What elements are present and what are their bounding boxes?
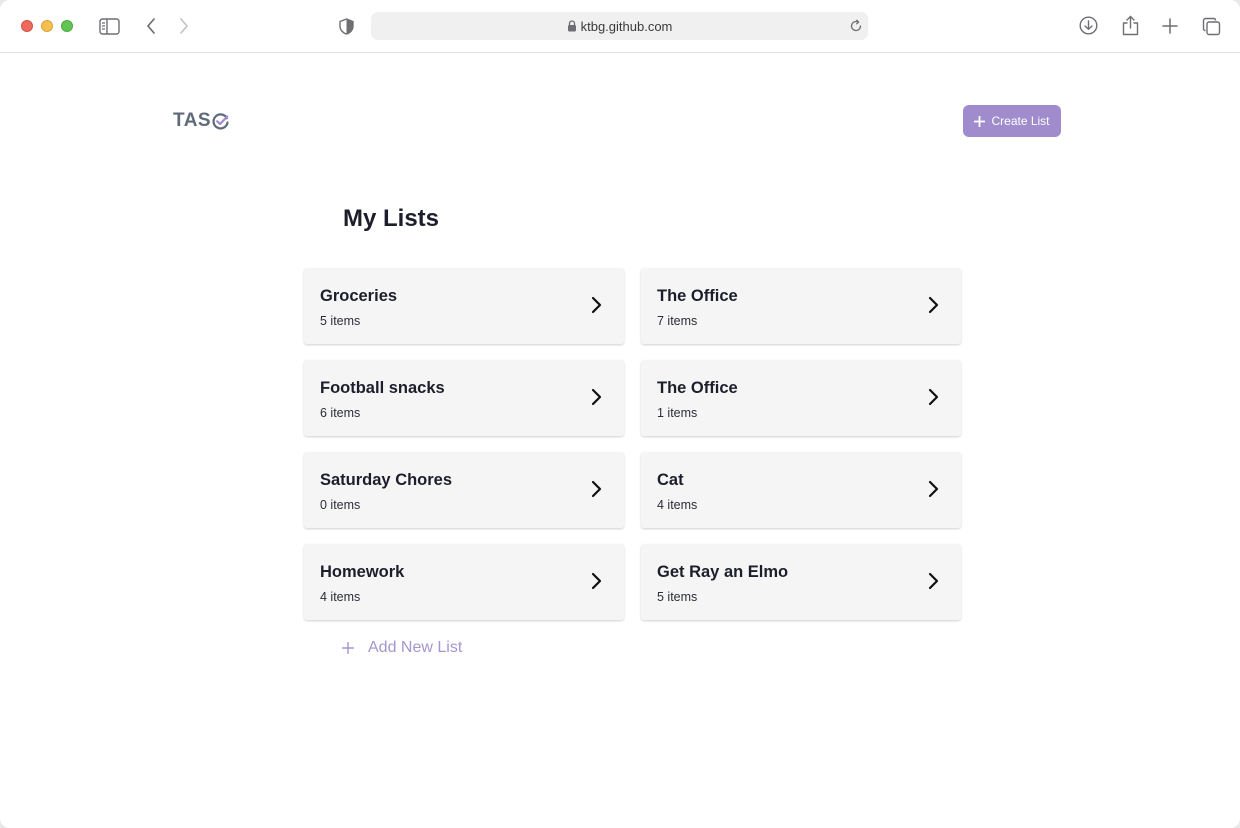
list-card[interactable]: Homework 4 items bbox=[304, 544, 624, 620]
lock-icon bbox=[567, 20, 577, 32]
share-icon[interactable] bbox=[1120, 14, 1140, 36]
check-circle-icon bbox=[212, 112, 229, 130]
reload-icon[interactable] bbox=[848, 18, 864, 34]
list-name: Homework bbox=[320, 563, 405, 581]
add-new-list-button[interactable]: Add New List bbox=[342, 639, 462, 657]
list-card[interactable]: Groceries 5 items bbox=[304, 268, 624, 344]
logo-text: TAS bbox=[173, 110, 212, 131]
plus-icon bbox=[974, 115, 986, 127]
list-item-count: 4 items bbox=[657, 498, 698, 512]
chevron-right-icon bbox=[928, 388, 939, 406]
address-bar[interactable]: ktbg.github.com bbox=[371, 12, 868, 40]
list-card[interactable]: Cat 4 items bbox=[641, 452, 961, 528]
create-list-button[interactable]: Create List bbox=[963, 105, 1061, 137]
tabs-overview-icon[interactable] bbox=[1201, 16, 1221, 36]
list-item-count: 6 items bbox=[320, 406, 361, 420]
chevron-left-icon[interactable] bbox=[143, 17, 159, 35]
list-card[interactable]: Get Ray an Elmo 5 items bbox=[641, 544, 961, 620]
list-card[interactable]: Football snacks 6 items bbox=[304, 360, 624, 436]
list-name: The Office bbox=[657, 379, 738, 397]
list-item-count: 1 items bbox=[657, 406, 698, 420]
list-card[interactable]: The Office 7 items bbox=[641, 268, 961, 344]
list-card[interactable]: The Office 1 items bbox=[641, 360, 961, 436]
list-item-count: 5 items bbox=[320, 314, 361, 328]
minimize-window-button[interactable] bbox=[41, 20, 53, 32]
browser-window: ktbg.github.com TAS Create List My Lists… bbox=[0, 0, 1240, 828]
shield-icon[interactable] bbox=[337, 17, 355, 35]
chevron-right-icon bbox=[591, 572, 602, 590]
page-title: My Lists bbox=[343, 205, 440, 232]
chevron-right-icon bbox=[591, 296, 602, 314]
list-item-count: 0 items bbox=[320, 498, 361, 512]
zoom-window-button[interactable] bbox=[61, 20, 73, 32]
lists-grid: Groceries 5 items The Office 7 items Foo… bbox=[304, 268, 962, 620]
list-name: Groceries bbox=[320, 287, 398, 305]
list-card[interactable]: Saturday Chores 0 items bbox=[304, 452, 624, 528]
add-new-list-label: Add New List bbox=[368, 639, 463, 656]
chevron-right-icon bbox=[928, 296, 939, 314]
page-content: TAS Create List My Lists Groceries 5 ite… bbox=[0, 54, 1240, 828]
list-name: Cat bbox=[657, 471, 684, 489]
browser-toolbar: ktbg.github.com bbox=[0, 0, 1240, 53]
app-logo[interactable]: TAS bbox=[173, 110, 229, 132]
plus-icon bbox=[342, 642, 354, 654]
plus-icon[interactable] bbox=[1161, 17, 1179, 35]
list-item-count: 4 items bbox=[320, 590, 361, 604]
close-window-button[interactable] bbox=[21, 20, 33, 32]
list-name: Get Ray an Elmo bbox=[657, 563, 789, 581]
chevron-right-icon bbox=[928, 480, 939, 498]
create-list-label: Create List bbox=[991, 114, 1050, 128]
list-name: Saturday Chores bbox=[320, 471, 453, 489]
list-name: The Office bbox=[657, 287, 738, 305]
list-name: Football snacks bbox=[320, 379, 445, 397]
list-item-count: 5 items bbox=[657, 590, 698, 604]
sidebar-icon[interactable] bbox=[98, 17, 120, 35]
chevron-right-icon bbox=[591, 480, 602, 498]
chevron-right-icon bbox=[928, 572, 939, 590]
chevron-right-icon bbox=[591, 388, 602, 406]
download-icon[interactable] bbox=[1078, 15, 1099, 36]
chevron-right-icon[interactable] bbox=[176, 17, 192, 35]
url-text: ktbg.github.com bbox=[580, 18, 673, 34]
list-item-count: 7 items bbox=[657, 314, 698, 328]
